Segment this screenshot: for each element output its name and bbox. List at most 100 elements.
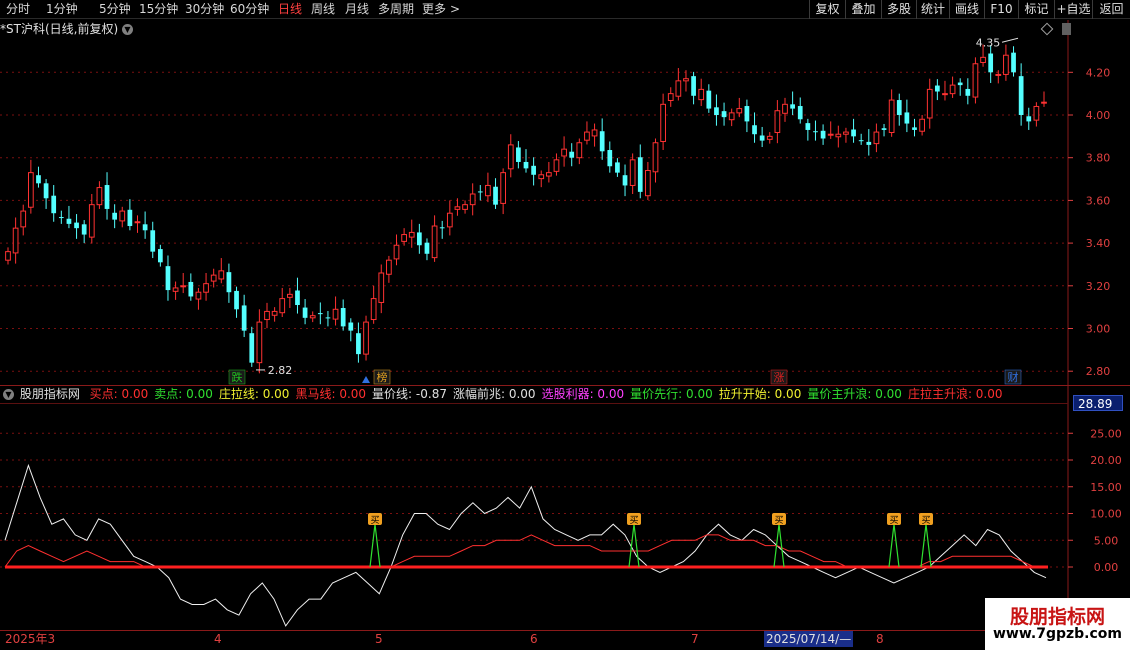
candle-body xyxy=(203,283,209,293)
candle-body xyxy=(20,210,27,228)
candle-body xyxy=(949,84,956,95)
candlestick xyxy=(942,80,948,101)
candlestick xyxy=(873,123,880,153)
candle-body xyxy=(401,234,407,242)
candlestick xyxy=(348,318,354,342)
diamond-icon[interactable] xyxy=(1040,22,1054,36)
candlestick xyxy=(408,219,415,248)
signal-spike xyxy=(920,524,932,568)
indicator-tick-label: 5.00 xyxy=(1094,534,1119,547)
indicator-field: 买点: 0.00 xyxy=(90,387,149,401)
candlestick xyxy=(797,97,803,124)
candle-body xyxy=(637,157,643,192)
candle-body xyxy=(493,186,498,205)
candlestick xyxy=(759,126,765,148)
candle-body xyxy=(454,206,461,210)
dropdown-chevron-icon[interactable]: ▼ xyxy=(121,24,133,35)
candle-body xyxy=(1026,116,1032,122)
indicator-field-label: 选股利器: xyxy=(541,387,594,401)
indicator-menu-chevron-icon[interactable]: ▼ xyxy=(3,389,14,400)
candlestick xyxy=(516,141,521,169)
candlestick xyxy=(965,78,971,105)
candle-body xyxy=(942,93,948,96)
candlestick xyxy=(363,315,369,361)
indicator-field: 黑马线: 0.00 xyxy=(295,387,366,401)
indicator-tick-label: 15.00 xyxy=(1090,481,1122,494)
indicator-field: 拉升开始: 0.00 xyxy=(719,387,802,401)
indicator-field: 选股利器: 0.00 xyxy=(542,387,625,401)
candle-body xyxy=(721,111,727,118)
candle-body xyxy=(446,212,453,228)
candle-body xyxy=(142,224,148,231)
crosshair-date-label: 2025/07/14/— xyxy=(764,631,854,647)
candle-body xyxy=(926,88,933,119)
candle-body xyxy=(295,290,300,306)
candlestick xyxy=(675,68,682,101)
candlestick xyxy=(523,149,529,173)
candle-body xyxy=(538,174,545,180)
candlestick xyxy=(706,84,712,113)
candle-body xyxy=(340,308,346,327)
candle-body xyxy=(782,103,788,114)
candle-body xyxy=(744,106,750,122)
candlestick xyxy=(424,238,430,261)
candlestick xyxy=(469,183,476,216)
candle-body xyxy=(96,187,103,206)
candlestick xyxy=(271,307,278,322)
candle-body xyxy=(866,141,872,145)
chart-canvas[interactable]: 4.20 4.00 3.80 3.60 3.40 3.20 3.00 2.80 4.35 2.8… xyxy=(0,0,1130,650)
candlestick xyxy=(866,129,872,156)
candlestick xyxy=(1041,91,1047,107)
candlestick xyxy=(591,123,598,147)
price-tick-label: 3.80 xyxy=(1086,152,1111,165)
candle-body xyxy=(980,56,986,63)
candle-body xyxy=(957,82,963,86)
indicator-name[interactable]: 股朋指标网 xyxy=(20,387,80,401)
stock-name: *ST沪科 xyxy=(0,22,45,36)
low-price-label: 2.82 xyxy=(268,364,293,377)
signal-badge-label: 买 xyxy=(774,515,783,526)
candlestick xyxy=(569,143,575,167)
candlestick xyxy=(104,172,110,220)
candle-body xyxy=(279,298,286,314)
candlestick xyxy=(325,310,331,327)
indicator-field-value: 0.00 xyxy=(682,387,713,401)
indicator-field-label: 量价主升浪: xyxy=(807,387,872,401)
candle-body xyxy=(157,249,163,263)
candlestick xyxy=(172,281,179,300)
indicator-field-label: 庄拉主升浪: xyxy=(907,387,972,401)
candlestick xyxy=(919,115,925,136)
candlestick xyxy=(637,144,643,199)
candle-body xyxy=(1011,52,1016,73)
candle-body xyxy=(36,175,41,184)
indicator-field-label: 买点: xyxy=(89,387,118,401)
candle-body xyxy=(256,321,263,364)
candlestick xyxy=(96,181,103,209)
indicator-field-value: 0.00 xyxy=(335,387,367,401)
candlestick xyxy=(454,198,461,216)
candlestick xyxy=(561,136,567,167)
candlestick xyxy=(370,285,377,324)
candle-body xyxy=(576,142,583,159)
candle-body xyxy=(675,80,682,97)
time-axis: 2025年3 4 5 6 7 2025/07/14/— 8 xyxy=(0,631,1130,650)
high-pointer-line xyxy=(1001,37,1019,43)
candle-body xyxy=(393,244,400,260)
candlestick xyxy=(249,326,255,367)
candle-body xyxy=(706,90,712,109)
candlestick xyxy=(820,124,826,145)
candle-body xyxy=(766,135,773,140)
candlestick xyxy=(714,94,719,126)
candlestick xyxy=(12,217,19,264)
candle-body xyxy=(317,313,323,315)
candlestick xyxy=(843,127,849,143)
candle-body xyxy=(553,159,560,172)
candlestick xyxy=(446,200,453,236)
scroll-handle-icon[interactable] xyxy=(1062,23,1071,35)
high-price-label: 4.35 xyxy=(976,36,1001,49)
candlestick xyxy=(949,76,956,98)
candle-body xyxy=(309,315,316,319)
candlestick xyxy=(88,193,95,244)
candle-body xyxy=(965,88,971,96)
candlestick xyxy=(127,199,133,231)
